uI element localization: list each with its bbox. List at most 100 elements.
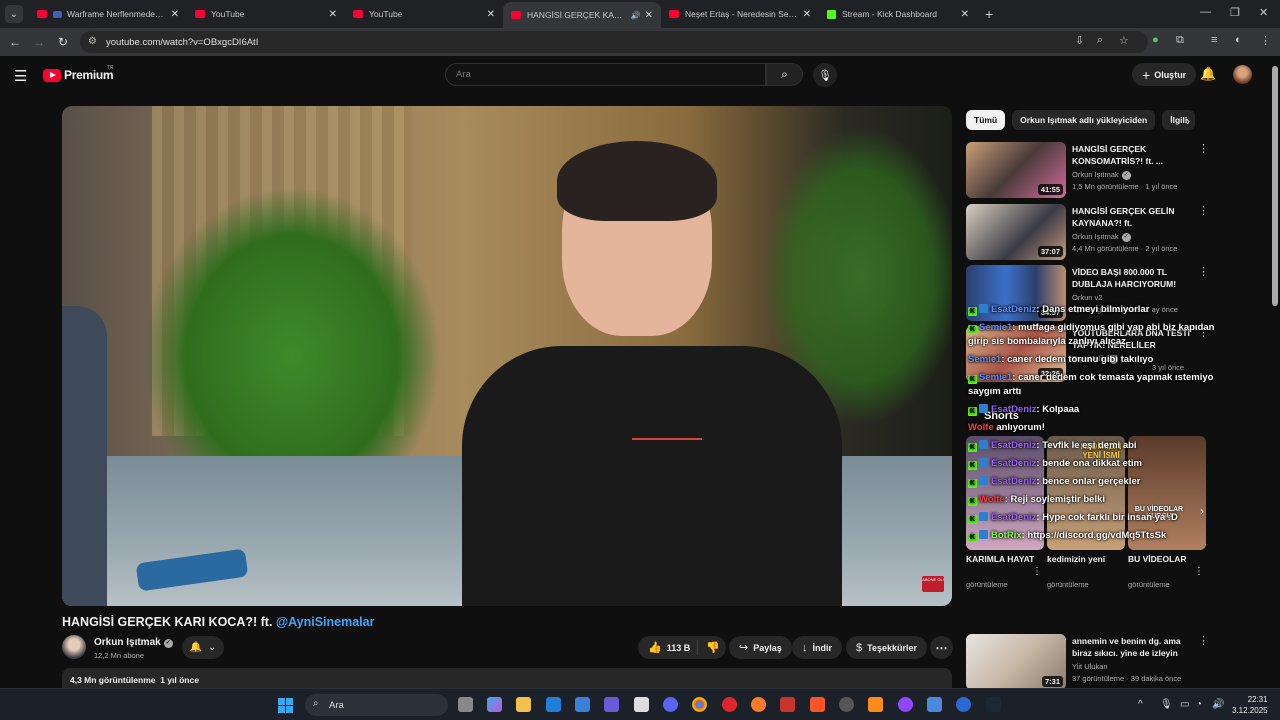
channel-name-text[interactable]: Orkun Işıtmak (94, 637, 161, 648)
firefox-icon[interactable] (751, 697, 766, 712)
chat-username[interactable]: Semie1 (979, 372, 1012, 383)
network-icon[interactable]: ▭ (1180, 699, 1189, 710)
vivaldi-icon[interactable] (780, 697, 795, 712)
copilot-icon[interactable] (487, 697, 502, 712)
close-tab-icon[interactable]: ✕ (803, 9, 811, 20)
zoom-icon[interactable]: ⌕ (1097, 34, 1103, 47)
dislike-button[interactable]: 👎 (698, 641, 720, 654)
notifications-icon[interactable]: 🔔 (1200, 66, 1216, 82)
browser-tab[interactable]: YouTube ✕ (345, 2, 503, 26)
chat-username[interactable]: EsatDeniz (991, 304, 1036, 315)
more-vert-icon[interactable]: ⋮ (1194, 566, 1204, 577)
browser-tab[interactable]: Neşet Ertaş - Neredesin Sen (Je ✕ (661, 2, 819, 26)
volume-icon[interactable]: 🔊 (1212, 699, 1224, 710)
close-tab-icon[interactable]: ✕ (329, 9, 337, 20)
chat-username[interactable]: EsatDeniz (991, 476, 1036, 487)
subscribe-watermark[interactable]: ABONE OL! (922, 576, 944, 592)
chat-username[interactable]: EsatDeniz (991, 458, 1036, 469)
more-vert-icon[interactable]: ⋮ (1198, 634, 1209, 647)
bookmark-star-icon[interactable]: ☆ (1119, 34, 1129, 47)
teams-icon[interactable] (604, 697, 619, 712)
recommendation-item[interactable]: 41:55 HANGİSİ GERÇEK KONSOMATRİS?! ft. .… (966, 142, 1209, 202)
system-clock[interactable]: 22:31 3.12.2025 (1232, 694, 1268, 716)
speaker-icon[interactable]: 🔊 (631, 11, 641, 20)
recommendation-title[interactable]: HANGİSİ GERÇEK KONSOMATRİS?! ft. ... (1072, 143, 1190, 167)
tab-search-button[interactable]: ⌄ (5, 5, 23, 23)
share-button[interactable]: ↪ Paylaş (729, 636, 792, 659)
back-icon[interactable]: ← (3, 35, 27, 49)
taskbar-search[interactable]: ⌕ Ara (305, 694, 448, 716)
more-vert-icon[interactable]: ⋮ (1032, 566, 1042, 577)
create-button[interactable]: + Oluştur (1132, 63, 1197, 86)
reload-icon[interactable]: ↻ (51, 35, 75, 49)
video-thumbnail[interactable]: 37:07 (966, 204, 1066, 260)
recommendation-item[interactable]: 7:31 annemin ve benim dg. ama biraz sıkı… (966, 634, 1209, 688)
profile-icon[interactable]: ◐ (1235, 34, 1242, 46)
recommendation-title[interactable]: VİDEO BAŞI 800.000 TL DUBLAJA HARCIYORUM… (1072, 266, 1190, 290)
title-mention-link[interactable]: @AyniSinemalar (276, 615, 375, 629)
short-title[interactable]: BU VİDEOLAR (1128, 554, 1198, 565)
extensions-puzzle-icon[interactable]: ⧉ (1176, 34, 1184, 47)
minimize-icon[interactable]: — (1200, 6, 1211, 18)
new-tab-icon[interactable]: + (985, 6, 993, 22)
chat-username[interactable]: EsatDeniz (991, 404, 1036, 415)
discord-icon[interactable] (663, 697, 678, 712)
chip-uploader[interactable]: Orkun Işıtmak adlı yükleyiciden (1012, 110, 1156, 130)
chat-username[interactable]: Semie1 (968, 354, 1001, 365)
extension-icon[interactable]: ● (1152, 34, 1159, 46)
restore-icon[interactable]: ❐ (1230, 6, 1240, 19)
recommendation-channel[interactable]: Yiit Ulukan (1072, 662, 1108, 671)
voice-search-button[interactable]: 🎙 (813, 63, 837, 87)
close-window-icon[interactable]: ✕ (1259, 6, 1268, 19)
browser-tab[interactable]: Warframe Nerflenmeden O ✕ (29, 2, 187, 26)
app-icon[interactable] (839, 697, 854, 712)
search-button[interactable]: ⌕ (766, 63, 803, 86)
wifi-icon[interactable]: ◔ (1196, 699, 1202, 710)
account-avatar[interactable] (1233, 65, 1252, 84)
twitch-icon[interactable] (898, 697, 913, 712)
chat-username[interactable]: BotRix (991, 530, 1022, 541)
video-thumbnail[interactable]: 41:55 (966, 142, 1066, 198)
brave-icon[interactable] (810, 697, 825, 712)
chip-all[interactable]: Tümü (966, 110, 1006, 130)
settings-icon[interactable] (956, 697, 971, 712)
close-tab-icon[interactable]: ✕ (645, 10, 653, 21)
close-tab-icon[interactable]: ✕ (487, 9, 495, 20)
recommendation-channel[interactable]: Orkun Işıtmak ✓ (1072, 232, 1131, 242)
video-thumbnail[interactable]: 7:31 (966, 634, 1066, 688)
chrome-icon[interactable] (692, 697, 707, 712)
more-vert-icon[interactable]: ⋮ (1198, 142, 1209, 155)
recommendation-item[interactable]: 37:07 HANGİSİ GERÇEK GELİN KAYNANA?! ft.… (966, 204, 1209, 264)
file-explorer-icon[interactable] (516, 697, 531, 712)
recommendation-channel[interactable]: Orkun v2 (1072, 293, 1102, 302)
page-scrollbar[interactable] (1272, 66, 1278, 306)
like-button[interactable]: 👍 113 B (638, 640, 698, 655)
store-icon[interactable] (575, 697, 590, 712)
mail-icon[interactable] (546, 697, 561, 712)
opera-icon[interactable] (722, 697, 737, 712)
chat-username[interactable]: Wolfe (968, 422, 994, 433)
mic-tray-icon[interactable]: 🎙 (1160, 699, 1173, 710)
channel-avatar[interactable] (62, 635, 86, 659)
browser-tab[interactable]: Stream - Kick Dashboard ✕ (819, 2, 977, 26)
url-field[interactable]: ⚙ youtube.com/watch?v=OBxgcDI6AtI (80, 31, 1148, 53)
browser-menu-icon[interactable]: ⋮ (1260, 34, 1271, 47)
start-button[interactable] (278, 698, 293, 713)
install-app-icon[interactable]: ⇩ (1075, 34, 1084, 47)
vlc-icon[interactable] (868, 697, 883, 712)
short-title[interactable]: KARIMLA HAYAT (966, 554, 1036, 565)
more-vert-icon[interactable]: ⋮ (1198, 265, 1209, 278)
recommendation-title[interactable]: HANGİSİ GERÇEK GELİN KAYNANA?! ft. @Ayni… (1072, 205, 1190, 229)
tray-overflow-icon[interactable]: ^ (1138, 699, 1143, 710)
media-control-icon[interactable]: ≡ (1211, 34, 1217, 46)
channel-name[interactable]: Orkun Işıtmak ✓ (94, 637, 173, 648)
search-input[interactable] (445, 63, 766, 86)
browser-tab-active[interactable]: HANGİSİ GERÇEK KARI KOC 🔊 ✕ (503, 2, 661, 28)
description-box[interactable]: 4,3 Mn görüntülenme 1 yıl önce (62, 668, 952, 688)
download-button[interactable]: ↓ İndir (792, 636, 842, 659)
thanks-button[interactable]: $ Teşekkürler (846, 636, 927, 659)
site-info-icon[interactable]: ⚙ (88, 36, 97, 47)
more-actions-button[interactable]: ⋯ (930, 636, 953, 659)
chat-username[interactable]: Wolfe (979, 494, 1005, 505)
steam-icon[interactable] (986, 697, 1001, 712)
